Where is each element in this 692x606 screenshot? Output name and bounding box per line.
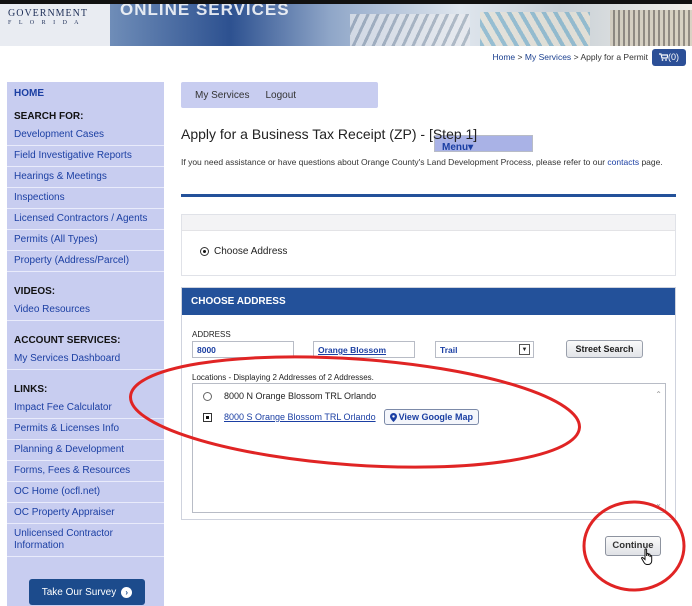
- list-item[interactable]: 8000 N Orange Blossom TRL Orlando: [203, 391, 376, 401]
- site-banner: GOVERNMENT F L O R I D A ONLINE SERVICES: [0, 4, 692, 46]
- locations-list[interactable]: 8000 N Orange Blossom TRL Orlando 8000 S…: [192, 383, 666, 513]
- street-search-button[interactable]: Street Search: [566, 340, 643, 358]
- caret-down-icon: ▾: [468, 142, 474, 153]
- address-option-box: Choose Address: [181, 214, 676, 276]
- sidebar-item-field-investigative-reports[interactable]: Field Investigative Reports: [7, 146, 164, 167]
- map-button-label: View Google Map: [398, 412, 473, 422]
- sidebar-item-hearings-meetings[interactable]: Hearings & Meetings: [7, 167, 164, 188]
- street-type-value: Trail: [440, 345, 458, 355]
- menu-label: Menu: [442, 142, 469, 153]
- sidebar-item-unlicensed-contractor[interactable]: Unlicensed Contractor Information: [7, 524, 164, 557]
- banner-photo-2: [480, 12, 590, 46]
- breadcrumb-separator: >: [573, 52, 579, 62]
- help-text-suffix: page.: [641, 157, 663, 167]
- chevron-down-icon: ▼: [519, 344, 530, 355]
- survey-label: Take Our Survey: [41, 586, 117, 598]
- sidebar-home-link[interactable]: HOME: [7, 82, 164, 103]
- breadcrumb-my-services[interactable]: My Services: [525, 52, 571, 62]
- county-logo[interactable]: GOVERNMENT F L O R I D A: [8, 8, 108, 30]
- page-title: Apply for a Business Tax Receipt (ZP) - …: [181, 126, 478, 142]
- help-text: If you need assistance or have questions…: [181, 157, 676, 168]
- location-radio-2[interactable]: [203, 412, 212, 422]
- map-pin-icon: [389, 412, 397, 422]
- list-item[interactable]: 8000 S Orange Blossom TRL Orlando View G…: [203, 409, 479, 425]
- sidebar-heading-search: SEARCH FOR:: [14, 111, 84, 122]
- address-option-header: [182, 215, 675, 231]
- sidebar-heading-account: ACCOUNT SERVICES:: [14, 335, 121, 346]
- sidebar-item-property[interactable]: Property (Address/Parcel): [7, 251, 164, 272]
- address-label: ADDRESS: [192, 330, 231, 339]
- location-text: 8000 N Orange Blossom TRL Orlando: [224, 391, 377, 401]
- breadcrumb-current: Apply for a Permit: [580, 52, 648, 62]
- breadcrumb-separator: >: [517, 52, 523, 62]
- sidebar-item-inspections[interactable]: Inspections: [7, 188, 164, 209]
- sidebar-item-permits[interactable]: Permits (All Types): [7, 230, 164, 251]
- sidebar-item-impact-fee-calculator[interactable]: Impact Fee Calculator: [7, 398, 164, 419]
- banner-photo-1: [350, 14, 470, 46]
- breadcrumb: Home > My Services > Apply for a Permit: [470, 52, 648, 62]
- cart-icon: [659, 53, 669, 61]
- logo-subtext: F L O R I D A: [8, 20, 82, 26]
- choose-address-label: Choose Address: [214, 246, 288, 257]
- section-divider: [181, 194, 676, 197]
- sidebar-item-video-resources[interactable]: Video Resources: [7, 300, 164, 321]
- view-google-map-button[interactable]: View Google Map: [383, 409, 479, 425]
- street-name-input[interactable]: Orange Blossom: [313, 341, 415, 358]
- sidebar-item-oc-home[interactable]: OC Home (ocfl.net): [7, 482, 164, 503]
- panel-header: CHOOSE ADDRESS: [182, 288, 675, 315]
- banner-title: ONLINE SERVICES: [120, 4, 290, 19]
- location-link[interactable]: 8000 S Orange Blossom TRL Orlando: [224, 412, 376, 422]
- menu-my-services[interactable]: My Services: [189, 90, 255, 101]
- location-radio-1[interactable]: [203, 391, 212, 401]
- banner-photo-3: [610, 10, 692, 46]
- menu-logout[interactable]: Logout: [259, 90, 302, 101]
- sidebar-heading-videos: VIDEOS:: [14, 286, 56, 297]
- top-menu-bar: My Services Menu▾ Logout: [181, 82, 533, 153]
- locations-count-label: Locations - Displaying 2 Addresses of 2 …: [192, 373, 374, 382]
- sidebar-item-forms-fees-resources[interactable]: Forms, Fees & Resources: [7, 461, 164, 482]
- cart-count: (0): [668, 52, 679, 62]
- choose-address-option[interactable]: Choose Address: [200, 246, 287, 257]
- logo-text: GOVERNMENT: [8, 8, 88, 19]
- breadcrumb-home[interactable]: Home: [492, 52, 515, 62]
- sidebar-heading-links: LINKS:: [14, 384, 48, 395]
- cart-button[interactable]: (0): [652, 49, 686, 66]
- sidebar-item-planning-development[interactable]: Planning & Development: [7, 440, 164, 461]
- street-number-input[interactable]: 8000: [192, 341, 294, 358]
- arrow-right-circle-icon: ›: [121, 586, 133, 598]
- street-type-select[interactable]: Trail ▼: [435, 341, 534, 358]
- sidebar-item-oc-property-appraiser[interactable]: OC Property Appraiser: [7, 503, 164, 524]
- take-survey-button[interactable]: Take Our Survey ›: [29, 579, 145, 605]
- scroll-down-icon[interactable]: ⌄: [655, 499, 662, 508]
- sidebar-item-licensed-contractors[interactable]: Licensed Contractors / Agents: [7, 209, 164, 230]
- sidebar: HOME SEARCH FOR: Development Cases Field…: [7, 82, 164, 606]
- sidebar-item-my-services-dashboard[interactable]: My Services Dashboard: [7, 349, 164, 370]
- sidebar-item-development-cases[interactable]: Development Cases: [7, 125, 164, 146]
- scroll-up-icon[interactable]: ⌃: [655, 390, 662, 399]
- choose-address-radio[interactable]: [200, 247, 209, 256]
- contacts-link[interactable]: contacts: [607, 157, 639, 167]
- sidebar-item-permits-licenses-info[interactable]: Permits & Licenses Info: [7, 419, 164, 440]
- choose-address-panel: CHOOSE ADDRESS ADDRESS 8000 Orange Bloss…: [181, 287, 676, 520]
- help-text-prefix: If you need assistance or have questions…: [181, 157, 606, 167]
- hand-cursor-icon: [641, 548, 653, 565]
